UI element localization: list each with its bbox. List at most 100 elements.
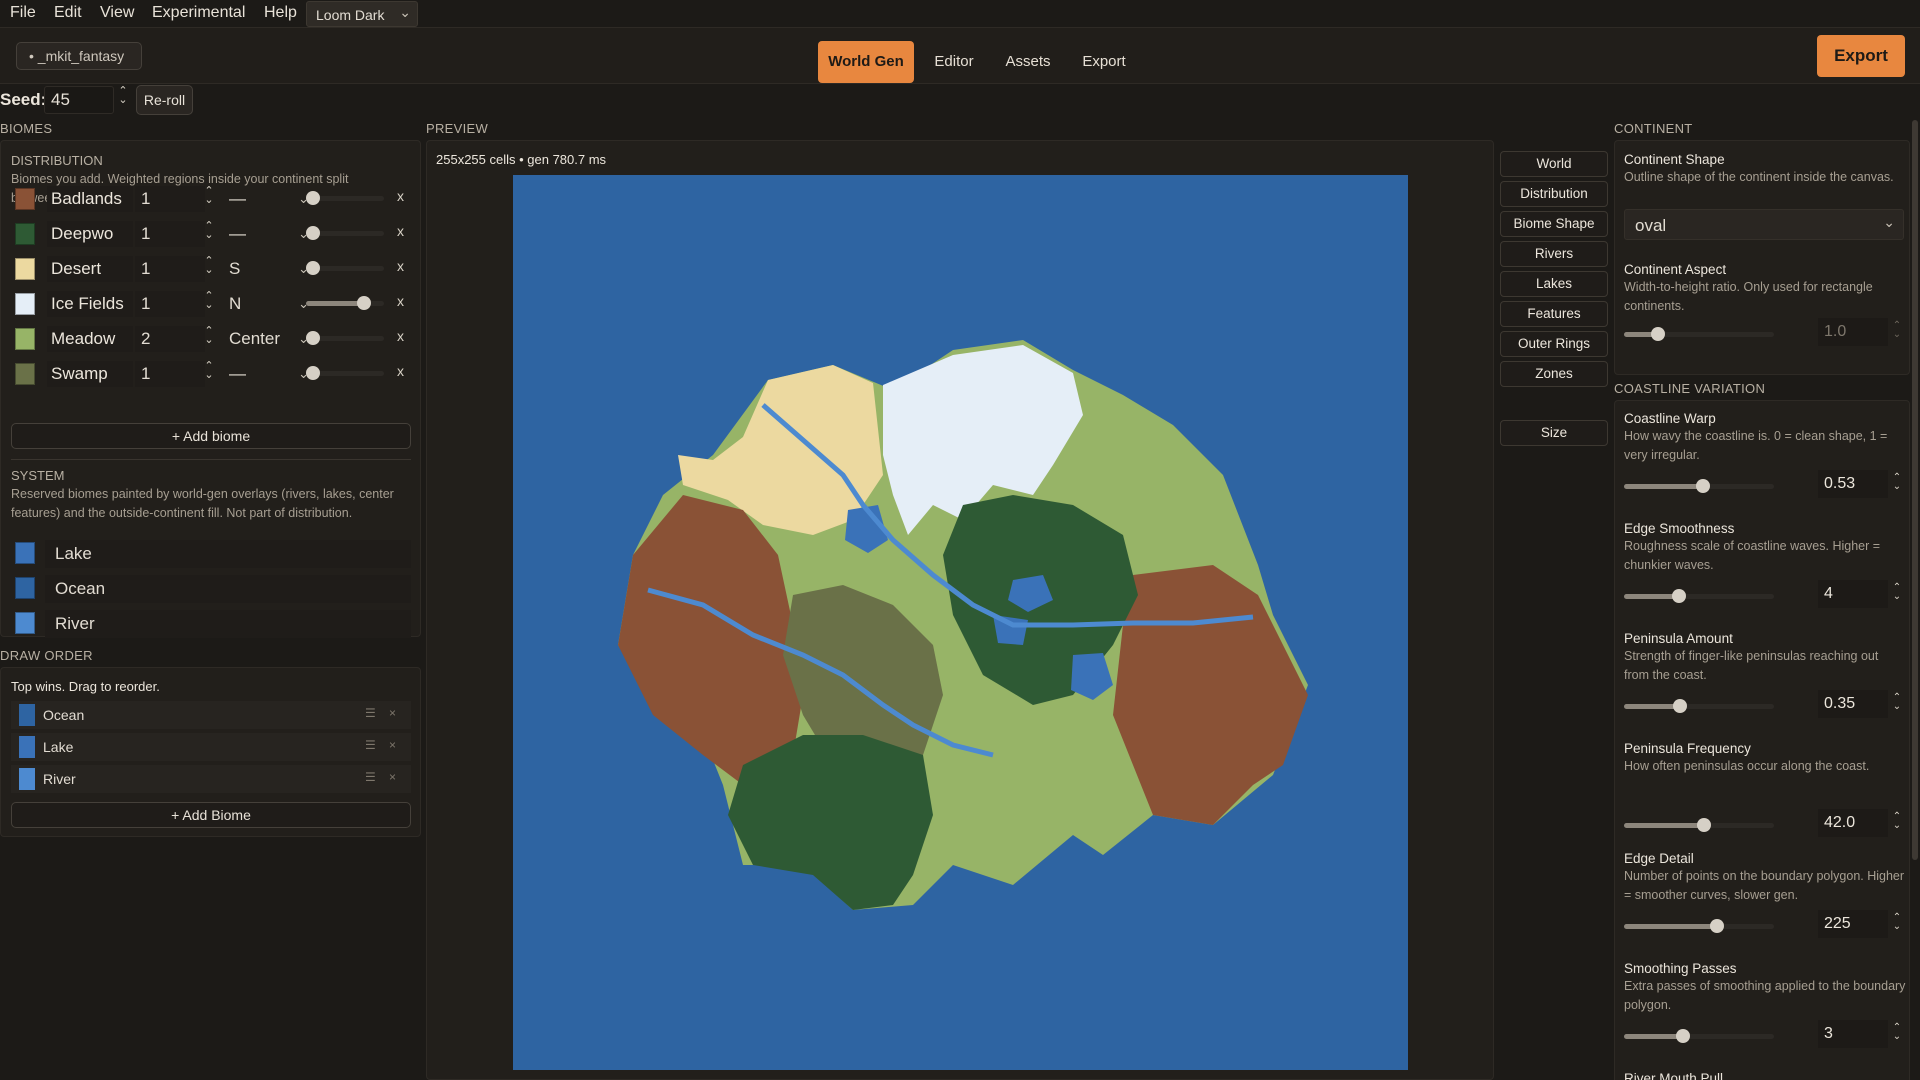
prop-stepper[interactable]: ⌃ ⌄ xyxy=(1890,913,1904,932)
prop-slider[interactable] xyxy=(1624,699,1774,713)
biome-direction-select[interactable]: N ⌄ xyxy=(223,291,309,317)
slider-knob[interactable] xyxy=(357,296,372,310)
prop-stepper[interactable]: ⌃ ⌄ xyxy=(1890,693,1904,712)
biome-weight-stepper[interactable]: ⌃ ⌄ xyxy=(203,221,215,241)
side-tab-biome-shape[interactable]: Biome Shape xyxy=(1500,211,1608,237)
biome-weight-input[interactable]: 1 xyxy=(135,361,205,387)
slider-knob[interactable] xyxy=(306,191,320,205)
prop-slider[interactable] xyxy=(1624,919,1774,933)
biome-direction-select[interactable]: S ⌄ xyxy=(223,256,309,282)
tab-editor[interactable]: Editor xyxy=(924,41,984,83)
biome-name-input[interactable]: Badlands xyxy=(47,186,133,212)
biome-color-swatch[interactable] xyxy=(15,223,35,245)
tab-assets[interactable]: Assets xyxy=(998,41,1058,83)
biome-weight-stepper[interactable]: ⌃ ⌄ xyxy=(203,186,215,206)
remove-biome-button[interactable]: x xyxy=(397,363,404,379)
prop-slider[interactable] xyxy=(1624,589,1774,603)
slider-knob[interactable] xyxy=(306,331,320,345)
map-preview[interactable] xyxy=(513,175,1408,1070)
biome-direction-select[interactable]: Center ⌄ xyxy=(223,326,309,352)
menu-view[interactable]: View xyxy=(100,4,134,22)
biome-strength-slider[interactable] xyxy=(306,296,384,310)
biome-weight-stepper[interactable]: ⌃ ⌄ xyxy=(203,291,215,311)
remove-biome-button[interactable]: x xyxy=(397,188,404,204)
export-button[interactable]: Export xyxy=(1817,35,1905,77)
side-tab-world[interactable]: World xyxy=(1500,151,1608,177)
remove-biome-button[interactable]: x xyxy=(397,223,404,239)
biome-strength-slider[interactable] xyxy=(306,331,384,345)
continent-aspect-slider[interactable] xyxy=(1624,327,1774,341)
prop-slider[interactable] xyxy=(1624,1029,1774,1043)
remove-biome-button[interactable]: x xyxy=(397,328,404,344)
add-biome-button[interactable]: + Add biome xyxy=(11,423,411,449)
biome-strength-slider[interactable] xyxy=(306,261,384,275)
prop-value-input[interactable]: 3 xyxy=(1818,1020,1888,1048)
biome-direction-select[interactable]: — ⌄ xyxy=(223,186,309,212)
prop-stepper[interactable]: ⌃ ⌄ xyxy=(1890,583,1904,602)
draw-order-row[interactable]: Lake ☰ × xyxy=(11,733,411,761)
prop-value-input[interactable]: 225 xyxy=(1818,910,1888,938)
biome-color-swatch[interactable] xyxy=(15,363,35,385)
remove-icon[interactable]: × xyxy=(389,738,396,752)
slider-knob[interactable] xyxy=(1675,1029,1690,1043)
biome-name-input[interactable]: Deepwo xyxy=(47,221,133,247)
slider-knob[interactable] xyxy=(1671,589,1686,603)
seed-stepper[interactable]: ⌃ ⌄ xyxy=(117,86,129,106)
biome-color-swatch[interactable] xyxy=(15,258,35,280)
prop-stepper[interactable]: ⌃ ⌄ xyxy=(1890,1023,1904,1042)
side-tab-outer-rings[interactable]: Outer Rings xyxy=(1500,331,1608,357)
drag-handle-icon[interactable]: ☰ xyxy=(365,770,376,784)
remove-icon[interactable]: × xyxy=(389,770,396,784)
biome-color-swatch[interactable] xyxy=(15,188,35,210)
add-draw-order-biome-button[interactable]: + Add Biome xyxy=(11,802,411,828)
menu-edit[interactable]: Edit xyxy=(54,4,82,22)
prop-value-input[interactable]: 0.53 xyxy=(1818,470,1888,498)
tab-world-gen[interactable]: World Gen xyxy=(818,41,914,83)
biome-direction-select[interactable]: — ⌄ xyxy=(223,361,309,387)
continent-aspect-stepper[interactable]: ⌃ ⌄ xyxy=(1890,321,1904,340)
side-tab-features[interactable]: Features xyxy=(1500,301,1608,327)
biome-weight-input[interactable]: 1 xyxy=(135,221,205,247)
slider-knob[interactable] xyxy=(306,226,320,240)
draw-order-row[interactable]: River ☰ × xyxy=(11,765,411,793)
biome-weight-input[interactable]: 1 xyxy=(135,291,205,317)
slider-knob[interactable] xyxy=(306,366,320,380)
side-tab-lakes[interactable]: Lakes xyxy=(1500,271,1608,297)
continent-shape-select[interactable]: oval ⌄ xyxy=(1624,209,1904,240)
reroll-button[interactable]: Re-roll xyxy=(136,85,193,115)
prop-value-input[interactable]: 4 xyxy=(1818,580,1888,608)
continent-aspect-value[interactable]: 1.0 xyxy=(1818,318,1888,346)
biome-weight-input[interactable]: 1 xyxy=(135,256,205,282)
biome-weight-stepper[interactable]: ⌃ ⌄ xyxy=(203,326,215,346)
drag-handle-icon[interactable]: ☰ xyxy=(365,738,376,752)
prop-slider[interactable] xyxy=(1624,479,1774,493)
slider-knob[interactable] xyxy=(1709,919,1724,933)
biome-weight-stepper[interactable]: ⌃ ⌄ xyxy=(203,361,215,381)
slider-knob[interactable] xyxy=(306,261,320,275)
prop-value-input[interactable]: 42.0 xyxy=(1818,809,1888,837)
side-tab-rivers[interactable]: Rivers xyxy=(1500,241,1608,267)
project-chip[interactable]: • _mkit_fantasy xyxy=(16,42,142,70)
remove-biome-button[interactable]: x xyxy=(397,258,404,274)
prop-slider[interactable] xyxy=(1624,818,1774,832)
prop-value-input[interactable]: 0.35 xyxy=(1818,690,1888,718)
slider-knob[interactable] xyxy=(1696,479,1711,493)
biome-weight-input[interactable]: 1 xyxy=(135,186,205,212)
prop-stepper[interactable]: ⌃ ⌄ xyxy=(1890,473,1904,492)
menu-experimental[interactable]: Experimental xyxy=(152,4,245,22)
biome-weight-stepper[interactable]: ⌃ ⌄ xyxy=(203,256,215,276)
remove-icon[interactable]: × xyxy=(389,706,396,720)
side-tab-zones[interactable]: Zones xyxy=(1500,361,1608,387)
side-tab-size[interactable]: Size xyxy=(1500,420,1608,446)
menu-file[interactable]: File xyxy=(10,4,36,22)
biome-strength-slider[interactable] xyxy=(306,366,384,380)
draw-order-row[interactable]: Ocean ☰ × xyxy=(11,701,411,729)
prop-stepper[interactable]: ⌃ ⌄ xyxy=(1890,812,1904,831)
biome-name-input[interactable]: Ice Fields xyxy=(47,291,133,317)
side-tab-distribution[interactable]: Distribution xyxy=(1500,181,1608,207)
remove-biome-button[interactable]: x xyxy=(397,293,404,309)
biome-name-input[interactable]: Swamp xyxy=(47,361,133,387)
theme-select[interactable]: Loom Dark ⌄ xyxy=(306,1,418,27)
seed-input[interactable]: 45 xyxy=(44,86,114,114)
drag-handle-icon[interactable]: ☰ xyxy=(365,706,376,720)
